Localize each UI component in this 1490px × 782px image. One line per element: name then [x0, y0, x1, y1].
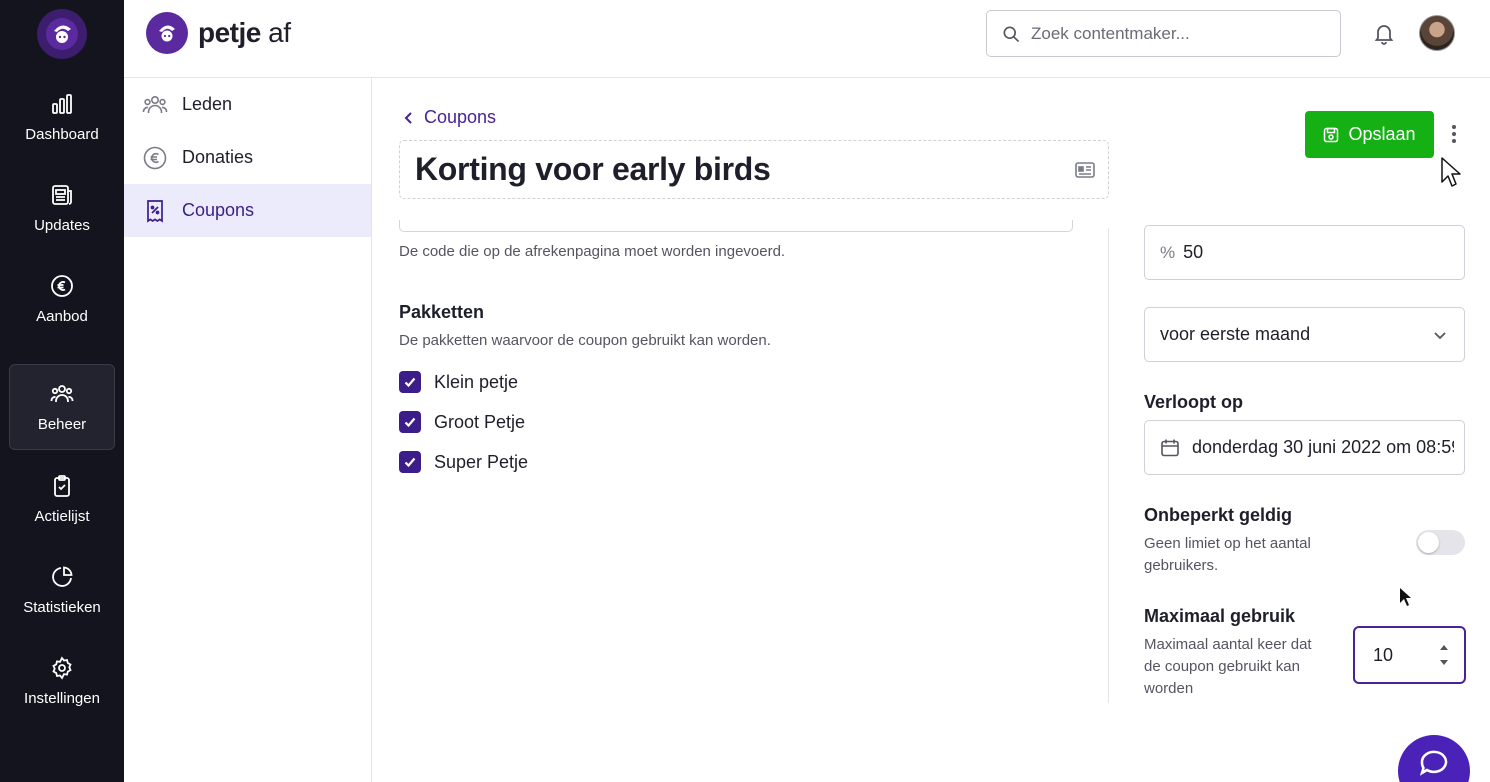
more-vertical-icon[interactable]	[1446, 122, 1462, 146]
subnav-item-leden[interactable]: Leden	[124, 78, 371, 131]
rail-item-aanbod[interactable]: Aanbod	[9, 256, 115, 342]
code-help-text: De code die op de afrekenpagina moet wor…	[399, 243, 786, 260]
package-checkbox-klein-petje[interactable]: Klein petje	[399, 371, 518, 393]
duration-select[interactable]: voor eerste maand	[1144, 307, 1465, 362]
rail-item-label: Updates	[34, 216, 90, 234]
subnav-item-label: Coupons	[182, 200, 255, 220]
bar-chart-icon	[52, 93, 72, 114]
top-bar: petje af	[124, 0, 1490, 78]
search-input[interactable]	[1031, 23, 1321, 44]
code-input[interactable]	[399, 220, 1073, 232]
toggle-knob	[1418, 532, 1439, 553]
rail-item-label: Aanbod	[36, 307, 88, 325]
expires-date-value: donderdag 30 juni 2022 om 08:59	[1192, 437, 1454, 457]
chevron-left-icon	[404, 111, 412, 124]
check-icon	[404, 377, 416, 388]
unlimited-help-text: Geen limiet op het aantal gebruikers.	[1144, 535, 1311, 574]
rail-item-label: Statistieken	[23, 598, 101, 616]
package-label: Groot Petje	[434, 411, 526, 432]
bell-icon[interactable]	[1372, 21, 1396, 45]
packages-title: Pakketten	[399, 302, 485, 322]
packages-help-text: De pakketten waarvoor de coupon gebruikt…	[399, 332, 771, 349]
rail-item-label: Actielijst	[34, 507, 90, 525]
checkbox[interactable]	[399, 371, 421, 393]
chevron-down-icon	[1434, 332, 1446, 340]
main-rail: Dashboard Updates Aanbod Beheer Actielij…	[0, 0, 124, 782]
subnav-item-donaties[interactable]: Donaties	[124, 131, 371, 184]
package-label: Klein petje	[434, 371, 519, 392]
back-link[interactable]: Coupons	[402, 107, 496, 128]
check-icon	[404, 457, 416, 468]
section-sidebar: Leden Donaties Coupons	[124, 78, 372, 782]
unlimited-toggle[interactable]	[1416, 530, 1465, 555]
discount-value: 50	[1183, 242, 1204, 262]
stepper-arrows-icon[interactable]	[1438, 642, 1450, 668]
package-checkbox-super-petje[interactable]: Super Petje	[399, 451, 528, 473]
package-label: Super Petje	[434, 451, 529, 472]
discount-input[interactable]: % 50	[1144, 225, 1465, 280]
expires-date-input[interactable]: donderdag 30 juni 2022 om 08:59	[1144, 420, 1465, 475]
column-divider	[1108, 228, 1109, 703]
brand-name: petje af	[198, 17, 291, 48]
gear-icon	[52, 655, 72, 680]
rail-item-label: Beheer	[37, 415, 87, 433]
title-field[interactable]: Korting voor early birds	[399, 140, 1109, 199]
save-button[interactable]: Opslaan	[1305, 111, 1434, 158]
pie-chart-icon	[52, 566, 73, 587]
duration-selected: voor eerste maand	[1160, 324, 1311, 344]
expires-label: Verloopt op	[1144, 392, 1243, 412]
main-content: Coupons Korting voor early birds Opslaan…	[372, 78, 1490, 782]
rail-item-instellingen[interactable]: Instellingen	[9, 638, 115, 724]
subnav-item-label: Leden	[182, 94, 233, 114]
id-card-icon	[1075, 162, 1095, 178]
search-icon	[1003, 26, 1020, 42]
brand-mark-icon	[146, 12, 188, 54]
mouse-pointer-icon	[1400, 588, 1411, 606]
percent-prefix: %	[1160, 242, 1176, 262]
app-logo-icon[interactable]	[37, 9, 87, 59]
max-usage-help-text: Maximaal aantal keer dat de coupon gebru…	[1144, 636, 1312, 697]
max-usage-value: 10	[1373, 644, 1394, 665]
clipboard-check-icon	[54, 474, 70, 497]
chat-button[interactable]	[1398, 735, 1470, 782]
package-checkbox-groot-petje[interactable]: Groot Petje	[399, 411, 525, 433]
rail-item-updates[interactable]: Updates	[9, 165, 115, 251]
coupon-icon	[147, 199, 163, 223]
rail-item-actielijst[interactable]: Actielijst	[9, 456, 115, 542]
checkbox[interactable]	[399, 411, 421, 433]
search-box[interactable]	[986, 10, 1341, 57]
euro-icon	[51, 274, 73, 297]
back-link-label: Coupons	[424, 107, 497, 127]
max-usage-input[interactable]: 10	[1353, 626, 1466, 684]
users-icon	[50, 384, 74, 402]
users-icon	[142, 95, 168, 113]
max-usage-label: Maximaal gebruik	[1144, 606, 1296, 626]
rail-item-label: Instellingen	[24, 689, 100, 707]
user-avatar[interactable]	[1419, 15, 1455, 51]
euro-icon	[143, 146, 167, 169]
rail-item-dashboard[interactable]: Dashboard	[9, 74, 115, 160]
rail-item-beheer[interactable]: Beheer	[9, 364, 115, 450]
mouse-cursor-icon	[1441, 157, 1461, 187]
brand-logo[interactable]: petje af	[146, 12, 291, 54]
save-icon	[1324, 127, 1339, 142]
subnav-item-label: Donaties	[182, 147, 254, 167]
rail-item-statistieken[interactable]: Statistieken	[9, 547, 115, 633]
page-title[interactable]: Korting voor early birds	[415, 151, 771, 188]
rail-item-label: Dashboard	[25, 125, 99, 143]
subnav-item-coupons[interactable]: Coupons	[124, 184, 371, 237]
save-button-label: Opslaan	[1348, 124, 1416, 144]
checkbox[interactable]	[399, 451, 421, 473]
newspaper-icon	[52, 184, 72, 205]
calendar-icon	[1161, 439, 1179, 456]
unlimited-label: Onbeperkt geldig	[1144, 505, 1293, 525]
check-icon	[404, 417, 416, 428]
chat-icon	[1419, 750, 1448, 776]
